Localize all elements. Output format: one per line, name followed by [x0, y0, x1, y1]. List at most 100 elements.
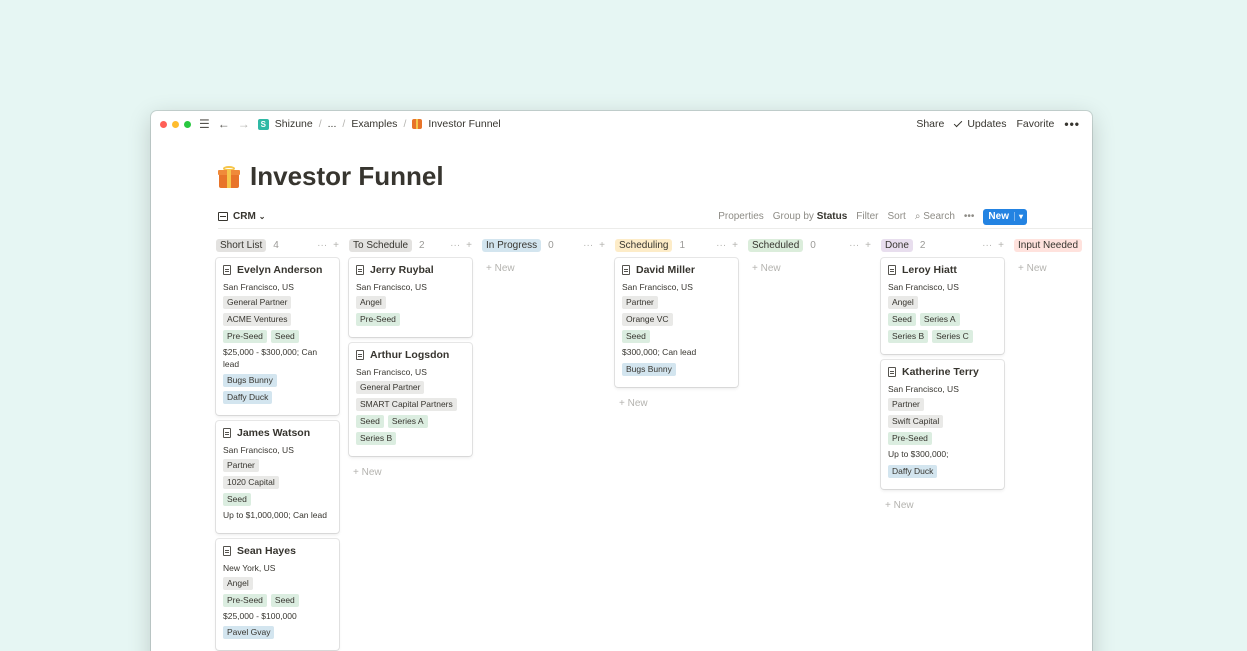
group-by-button[interactable]: Group by Status: [773, 211, 847, 222]
more-options-button[interactable]: •••: [1064, 117, 1080, 131]
tag-row: Seed Series A: [888, 313, 997, 327]
column-add-icon[interactable]: +: [732, 240, 738, 251]
tag-row: Pre-Seed Seed: [223, 593, 332, 607]
database-view-selector[interactable]: CRM ⌄: [218, 211, 265, 222]
tag: ACME Ventures: [223, 313, 292, 327]
column-actions: ··· +: [976, 240, 1004, 251]
investor-card[interactable]: Evelyn Anderson San Francisco, US General …: [216, 258, 339, 416]
column-actions: ··· +: [311, 240, 339, 251]
column-more-icon[interactable]: ···: [716, 240, 726, 251]
chevron-down-icon: ⌄: [258, 212, 266, 221]
status-badge[interactable]: Short List: [216, 238, 267, 252]
status-badge[interactable]: In Progress: [482, 238, 542, 252]
investor-card[interactable]: Sean Hayes New York, US Angel Pre-Seed Seed $…: [216, 538, 339, 651]
column-more-icon[interactable]: ···: [982, 240, 992, 251]
breadcrumb-page[interactable]: Investor Funnel: [428, 118, 500, 130]
tag: Series A: [387, 415, 428, 429]
properties-button[interactable]: Properties: [718, 211, 764, 222]
tag-row: Partner: [888, 398, 997, 412]
column-more-icon[interactable]: ···: [583, 240, 593, 251]
card-location: San Francisco, US: [356, 367, 427, 378]
investor-card[interactable]: David Miller San Francisco, US Partner Oran…: [615, 258, 738, 387]
page-icon: [888, 265, 896, 275]
new-card-button[interactable]: + New: [482, 258, 605, 279]
tag: Swift Capital: [888, 415, 944, 429]
new-card-button[interactable]: + New: [349, 462, 472, 483]
tag-row: General Partner: [223, 296, 332, 310]
tag: Partner: [622, 296, 658, 310]
column-actions: ··· +: [843, 240, 871, 251]
column-more-icon[interactable]: ···: [849, 240, 859, 251]
new-button[interactable]: New ▾: [983, 208, 1027, 225]
tag-row: Partner: [622, 296, 731, 310]
board-column: Scheduling 1 ··· + David Miller San Francisco…: [615, 236, 738, 651]
column-header: Scheduling 1 ··· +: [615, 236, 738, 254]
column-more-icon[interactable]: ···: [450, 240, 460, 251]
tag: Seed: [622, 330, 650, 344]
tag: Partner: [223, 459, 259, 473]
column-more-icon[interactable]: ···: [317, 240, 327, 251]
new-card-button[interactable]: + New: [748, 258, 871, 279]
new-dropdown-chevron-icon[interactable]: ▾: [1013, 212, 1027, 221]
updates-button[interactable]: Updates: [954, 118, 1006, 130]
search-button[interactable]: ⌕ Search: [915, 211, 955, 222]
sidebar-menu-icon[interactable]: ☰: [199, 118, 210, 130]
new-card-button[interactable]: + New: [615, 393, 738, 414]
column-add-icon[interactable]: +: [466, 240, 472, 251]
tag: Orange VC: [622, 313, 673, 327]
column-header: Input Needed: [1014, 236, 1092, 254]
sort-button[interactable]: Sort: [887, 211, 905, 222]
kanban-board: Short List 4 ··· + Evelyn Anderson San Franci…: [216, 236, 1092, 651]
status-badge[interactable]: To Schedule: [349, 238, 413, 252]
status-badge[interactable]: Scheduling: [615, 238, 673, 252]
investor-card[interactable]: Leroy Hiatt San Francisco, US Angel Seed Ser…: [881, 258, 1004, 355]
column-add-icon[interactable]: +: [865, 240, 871, 251]
page-icon: [356, 265, 364, 275]
tag: Series A: [919, 313, 960, 327]
back-arrow-icon[interactable]: ←: [218, 118, 230, 130]
forward-arrow-icon[interactable]: →: [238, 118, 250, 130]
close-window-button[interactable]: [160, 120, 167, 128]
share-button[interactable]: Share: [916, 118, 944, 130]
board-column: Done 2 ··· + Leroy Hiatt San Francisco, US Ang…: [881, 236, 1004, 651]
status-badge[interactable]: Scheduled: [748, 238, 804, 252]
status-badge[interactable]: Done: [881, 238, 913, 252]
maximize-window-button[interactable]: [184, 120, 191, 128]
tag: Angel: [356, 296, 386, 310]
search-icon: ⌕: [914, 211, 921, 222]
page-icon: [223, 428, 231, 439]
column-add-icon[interactable]: +: [333, 240, 339, 251]
card-location: San Francisco, US: [356, 282, 427, 292]
column-count: 0: [548, 239, 554, 251]
breadcrumb-ellipsis[interactable]: ...: [328, 118, 337, 130]
breadcrumb-examples[interactable]: Examples: [351, 118, 397, 130]
tag-row: Series B: [356, 432, 465, 446]
new-card-button[interactable]: + New: [1014, 258, 1092, 279]
investor-card[interactable]: Katherine Terry San Francisco, US Partner S…: [881, 360, 1004, 489]
view-actions: Properties Group by Status Filter Sort ⌕…: [718, 208, 1027, 225]
investor-card[interactable]: James Watson San Francisco, US Partner 1020…: [216, 421, 339, 533]
tag-row: ACME Ventures: [223, 313, 332, 327]
card-name: David Miller: [636, 264, 695, 276]
card-title: Sean Hayes: [223, 545, 332, 557]
page-icon: [622, 265, 630, 275]
page-icon: [223, 265, 231, 275]
tag: Seed: [270, 330, 299, 344]
column-add-icon[interactable]: +: [998, 240, 1004, 251]
column-add-icon[interactable]: +: [599, 240, 605, 251]
breadcrumb: S Shizune / ... / Examples / Investor Fu…: [257, 118, 501, 130]
minimize-window-button[interactable]: [172, 120, 179, 128]
investor-card[interactable]: Jerry Ruybal San Francisco, US Angel Pre-Se…: [349, 258, 472, 338]
favorite-button[interactable]: Favorite: [1016, 118, 1054, 130]
card-title: David Miller: [622, 264, 731, 276]
column-header: To Schedule 2 ··· +: [349, 236, 472, 254]
tag-row: Pre-Seed: [356, 313, 465, 327]
filter-button[interactable]: Filter: [856, 211, 878, 222]
view-more-button[interactable]: •••: [964, 211, 975, 222]
breadcrumb-workspace[interactable]: Shizune: [275, 118, 313, 130]
new-card-button[interactable]: + New: [881, 495, 1004, 516]
investor-card[interactable]: Arthur Logsdon San Francisco, US General P…: [349, 343, 472, 457]
person-tag: Daffy Duck: [223, 391, 273, 405]
status-badge[interactable]: Input Needed: [1014, 238, 1083, 252]
tag-row: General Partner: [356, 381, 465, 395]
